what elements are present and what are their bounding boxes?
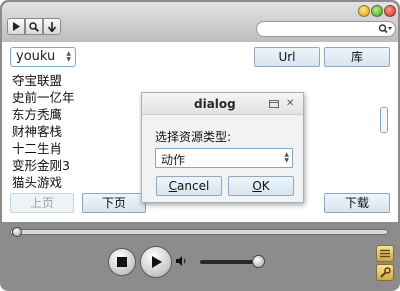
volume-handle[interactable]	[252, 255, 265, 268]
menu-button[interactable]	[376, 245, 394, 262]
list-item[interactable]: 史前一亿年	[12, 89, 75, 106]
select-arrows-icon: ▲ ▼	[66, 50, 71, 63]
search-icon	[29, 21, 39, 32]
dialog-title: dialog	[194, 97, 236, 111]
top-toolbar	[2, 2, 398, 42]
cancel-mnemonic: C	[168, 179, 178, 193]
video-list: 夺宝联盟 史前一亿年 东方秃鹰 财神客栈 十二生肖 变形金刚3 猫头游戏	[12, 72, 75, 191]
restore-icon[interactable]	[269, 100, 279, 108]
menu-icon	[380, 249, 390, 258]
list-item[interactable]: 财神客栈	[12, 123, 75, 140]
source-select-value: youku	[16, 49, 56, 64]
volume-icon	[176, 256, 186, 266]
list-item[interactable]: 猫头游戏	[12, 174, 75, 191]
stop-icon	[117, 257, 127, 267]
list-scrollbar[interactable]	[380, 107, 388, 133]
search-dropdown-icon[interactable]	[378, 23, 392, 35]
cancel-label: ancel	[177, 179, 210, 193]
maximize-window-button[interactable]	[371, 5, 383, 17]
source-select[interactable]: youku ▲ ▼	[10, 47, 76, 67]
url-button[interactable]: Url	[254, 47, 320, 67]
player-play-button[interactable]	[140, 246, 172, 278]
list-item[interactable]: 变形金刚3	[12, 157, 75, 174]
play-button[interactable]	[7, 18, 25, 35]
list-item[interactable]: 夺宝联盟	[12, 72, 75, 89]
wrench-icon	[379, 267, 391, 278]
resource-type-select[interactable]: 动作 ▲ ▼	[155, 148, 293, 168]
list-item[interactable]: 东方秃鹰	[12, 106, 75, 123]
library-button[interactable]: 库	[324, 47, 390, 67]
minimize-window-button[interactable]	[358, 5, 370, 17]
play-icon	[12, 22, 20, 31]
resource-type-label: 选择资源类型:	[155, 130, 232, 144]
seek-handle[interactable]	[12, 227, 22, 237]
cancel-button[interactable]: Cancel	[156, 176, 222, 196]
resource-type-dialog: dialog ✕ 选择资源类型: 动作 ▲ ▼ Cancel OK	[141, 92, 304, 203]
play-icon	[152, 256, 162, 268]
search-input[interactable]	[256, 21, 396, 37]
ok-button[interactable]: OK	[228, 176, 294, 196]
ok-mnemonic: O	[252, 179, 262, 193]
seek-bar[interactable]	[10, 229, 388, 235]
dialog-title-bar[interactable]: dialog ✕	[142, 93, 303, 115]
close-window-button[interactable]	[384, 5, 396, 17]
close-icon[interactable]: ✕	[286, 98, 294, 109]
ok-label: K	[261, 179, 270, 193]
select-arrows-icon: ▲ ▼	[284, 151, 289, 164]
download-button[interactable]: 下载	[324, 193, 390, 213]
search-button[interactable]	[25, 18, 43, 35]
next-page-button[interactable]: 下页	[82, 193, 146, 213]
resource-type-value: 动作	[161, 153, 186, 167]
stop-button[interactable]	[108, 248, 136, 276]
download-arrow-button[interactable]	[43, 18, 61, 35]
list-item[interactable]: 十二生肖	[12, 140, 75, 157]
prev-page-button[interactable]: 上页	[10, 193, 74, 213]
app-window: youku ▲ ▼ Url 库 夺宝联盟 史前一亿年 东方秃鹰 财神客栈 十二生肖…	[0, 0, 400, 291]
down-arrow-icon	[47, 21, 57, 32]
tools-button[interactable]	[376, 264, 394, 281]
